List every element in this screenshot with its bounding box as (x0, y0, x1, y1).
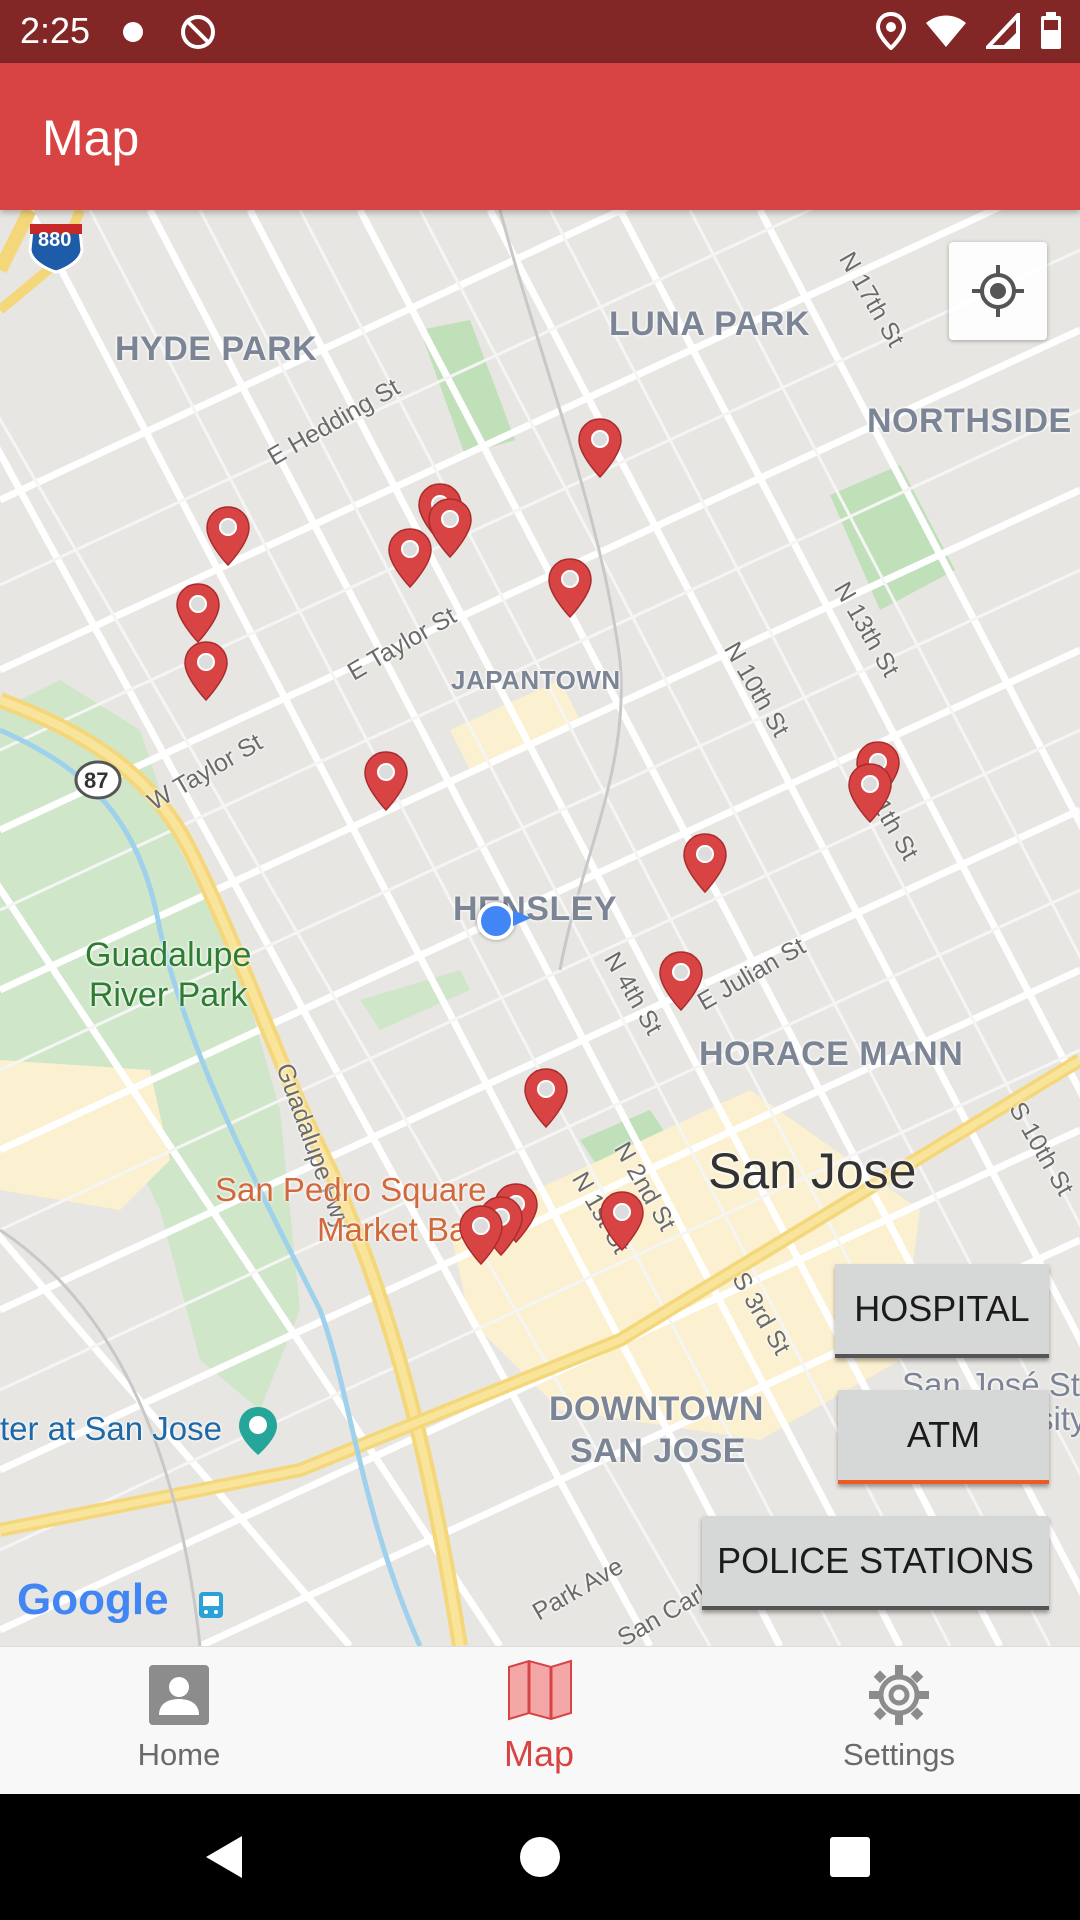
location-marker[interactable] (363, 750, 409, 812)
park-pin-icon (239, 1407, 277, 1455)
back-icon[interactable] (200, 1832, 250, 1882)
shield-880-label: 880 (38, 229, 72, 251)
page-title: Map (42, 110, 140, 166)
location-marker[interactable] (387, 527, 433, 589)
neighborhood-label: HORACE MANN (699, 1035, 964, 1073)
location-icon (876, 12, 906, 50)
app-bar: Map (0, 63, 1080, 210)
location-marker[interactable] (427, 497, 473, 559)
location-marker[interactable] (523, 1067, 569, 1129)
recents-icon[interactable] (828, 1835, 872, 1879)
notification-dot-icon (123, 22, 143, 42)
neighborhood-label: SAN JOSE (570, 1432, 746, 1470)
google-logo: Google (17, 1575, 169, 1624)
map-view[interactable]: 880 87 HYDE PARK LUNA PARK NORTHSIDE JAP… (0, 210, 1080, 1646)
signal-icon (986, 13, 1020, 49)
poi-label: San Pedro Square Market Ba (215, 1171, 487, 1248)
status-time: 2:25 (20, 10, 91, 51)
poi-label-left: ter at San Jose (0, 1410, 222, 1447)
nav-map-label: Map (503, 1733, 575, 1774)
neighborhood-label: LUNA PARK (609, 305, 810, 343)
neighborhood-label: DOWNTOWN (549, 1390, 764, 1428)
police-stations-button[interactable]: POLICE STATIONS (702, 1516, 1049, 1610)
location-marker[interactable] (847, 762, 893, 824)
crosshair-icon (972, 265, 1024, 317)
no-sim-icon (181, 15, 215, 49)
gear-icon (869, 1665, 929, 1725)
location-marker[interactable] (577, 417, 623, 479)
atm-button[interactable]: ATM (838, 1390, 1049, 1484)
city-label: San Jose (708, 1143, 917, 1199)
hospital-button[interactable]: HOSPITAL (835, 1264, 1049, 1358)
transit-icon (199, 1592, 223, 1618)
nav-settings[interactable]: Settings (799, 1647, 999, 1795)
location-marker[interactable] (183, 640, 229, 702)
neighborhood-label: NORTHSIDE (867, 402, 1072, 440)
status-bar: 2:25 (0, 0, 1080, 63)
location-marker[interactable] (547, 557, 593, 619)
nav-home[interactable]: Home (79, 1647, 279, 1795)
system-nav-bar (0, 1794, 1080, 1920)
wifi-icon (926, 15, 966, 47)
battery-icon (1041, 12, 1061, 49)
nav-map[interactable]: Map (439, 1647, 639, 1795)
neighborhood-label: HYDE PARK (115, 330, 318, 368)
neighborhood-label: JAPANTOWN (451, 665, 621, 695)
location-marker[interactable] (175, 582, 221, 644)
location-marker[interactable] (205, 505, 251, 567)
location-marker[interactable] (682, 832, 728, 894)
nav-settings-label: Settings (842, 1737, 955, 1772)
location-marker[interactable] (458, 1204, 504, 1266)
park-label: Guadalupe River Park (85, 936, 252, 1014)
location-marker[interactable] (599, 1190, 645, 1252)
nav-home-label: Home (137, 1737, 221, 1772)
home-icon[interactable] (517, 1834, 563, 1880)
location-marker[interactable] (658, 950, 704, 1012)
map-icon (508, 1659, 572, 1721)
person-icon (149, 1665, 209, 1725)
shield-87-label: 87 (84, 768, 109, 793)
user-heading-icon (513, 910, 531, 926)
bottom-nav: Home Map Settings (0, 1646, 1080, 1795)
my-location-button[interactable] (949, 242, 1047, 340)
user-location-dot (477, 902, 515, 940)
